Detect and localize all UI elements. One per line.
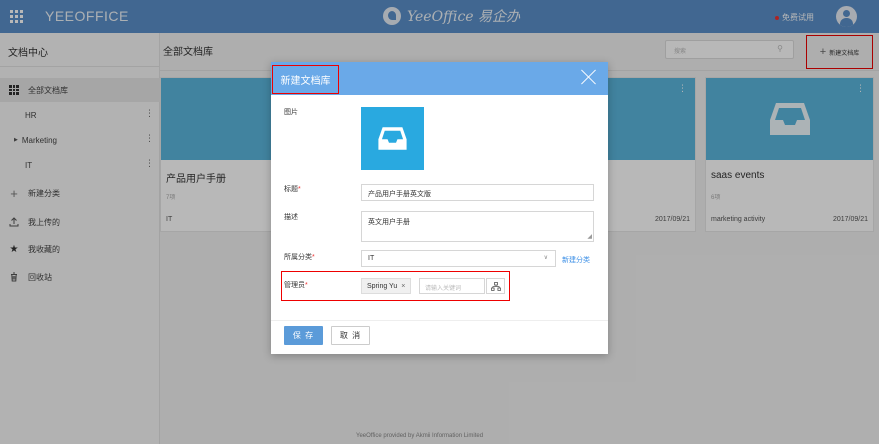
description-value: 英文用户手册 bbox=[368, 219, 410, 226]
inbox-tray-icon bbox=[378, 127, 407, 150]
admin-tag: Spring Yu × bbox=[361, 278, 412, 294]
description-textarea[interactable]: 英文用户手册 ◢ bbox=[361, 211, 594, 242]
image-label: 图片 bbox=[284, 109, 298, 116]
remove-tag-icon[interactable]: × bbox=[401, 283, 405, 290]
admin-search-input[interactable]: 请输入关键词 bbox=[419, 278, 485, 294]
category-label: 所属分类* bbox=[284, 254, 315, 261]
category-select[interactable]: IT ∨ bbox=[361, 250, 556, 267]
admin-label: 管理员* bbox=[284, 282, 308, 289]
dialog-title: 新建文档库 bbox=[272, 65, 339, 94]
cancel-button[interactable]: 取 消 bbox=[331, 326, 370, 345]
inbox-tray-icon bbox=[224, 98, 268, 136]
library-image-picker[interactable] bbox=[361, 107, 424, 170]
save-button[interactable]: 保 存 bbox=[284, 326, 323, 345]
dialog-header: 新建文档库 bbox=[271, 62, 608, 95]
title-label: 标题* bbox=[284, 186, 301, 193]
resize-grip-icon[interactable]: ◢ bbox=[587, 233, 592, 240]
chevron-down-icon: ∨ bbox=[543, 255, 548, 261]
title-input[interactable]: 产品用户手册英文版 bbox=[361, 184, 594, 201]
org-chart-icon bbox=[490, 281, 501, 291]
close-icon[interactable] bbox=[580, 68, 598, 86]
description-label: 描述 bbox=[284, 214, 298, 221]
new-library-dialog: 新建文档库 图片 标题* 产品用户手册英文版 描述 英文用户手册 ◢ 所属分类*… bbox=[271, 62, 608, 354]
category-value: IT bbox=[368, 255, 375, 262]
dialog-footer-divider bbox=[271, 320, 608, 321]
new-category-link[interactable]: 新建分类 bbox=[562, 255, 590, 265]
admin-tag-label: Spring Yu bbox=[367, 282, 398, 290]
org-chart-button[interactable] bbox=[486, 278, 505, 294]
